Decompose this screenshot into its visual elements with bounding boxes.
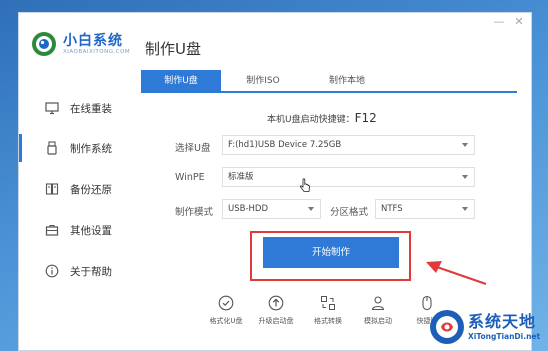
app-window: 小白系统 XIAOBAIXITONG.COM 制作U盘 — ✕ 在线重装 制作系… [18, 12, 532, 351]
format-convert-tool[interactable]: 格式转换 [303, 293, 353, 341]
sidebar-item-about-help[interactable]: 关于帮助 [19, 251, 123, 291]
watermark: 系统天地 XiTongTianDi.net [424, 306, 548, 351]
monitor-icon [45, 102, 59, 115]
app-logo-icon [32, 32, 56, 56]
watermark-logo-icon [430, 310, 464, 344]
hotkey-value: F12 [354, 111, 377, 125]
sidebar-item-other-settings[interactable]: 其他设置 [19, 210, 123, 250]
sidebar: 在线重装 制作系统 备份还原 其他设置 关于帮助 [19, 73, 123, 350]
partition-label: 分区格式 [330, 207, 369, 218]
check-circle-icon [218, 295, 234, 311]
red-arrow-annotation [426, 261, 487, 286]
backup-icon [45, 183, 59, 195]
convert-icon [321, 296, 335, 310]
tool-label: 格式化U盘 [209, 317, 243, 325]
tab-make-iso[interactable]: 制作ISO [221, 70, 305, 93]
sidebar-item-label: 其他设置 [70, 224, 112, 237]
winpe-select[interactable]: 标准版 [222, 167, 475, 187]
partition-value: NTFS [381, 204, 403, 214]
start-make-button[interactable]: 开始制作 [263, 237, 399, 268]
chevron-down-icon [462, 175, 468, 179]
brand-name: 小白系统 [63, 33, 123, 49]
hotkey-info: 本机U盘启动快捷键：F12 [267, 111, 377, 125]
mode-select[interactable]: USB-HDD [222, 199, 321, 219]
usb-drive-icon [47, 141, 57, 155]
usb-device-select[interactable]: F:(hd1)USB Device 7.25GB [222, 135, 475, 155]
mode-label: 制作模式 [175, 207, 214, 218]
header: 小白系统 XIAOBAIXITONG.COM 制作U盘 — ✕ [19, 13, 531, 73]
watermark-url: XiTongTianDi.net [468, 332, 541, 341]
close-button[interactable]: ✕ [511, 15, 527, 29]
winpe-value: 标准版 [228, 172, 254, 182]
sidebar-item-label: 制作系统 [70, 142, 112, 155]
tab-make-local[interactable]: 制作本地 [305, 70, 389, 93]
chevron-down-icon [308, 207, 314, 211]
tool-label: 模拟启动 [364, 317, 392, 325]
sidebar-item-label: 在线重装 [70, 102, 112, 115]
chevron-down-icon [462, 143, 468, 147]
partition-select[interactable]: NTFS [375, 199, 475, 219]
hotkey-label: 本机U盘启动快捷键： [267, 115, 355, 125]
user-icon [371, 296, 385, 311]
simulate-boot-tool[interactable]: 模拟启动 [353, 293, 403, 341]
upgrade-boot-disk-tool[interactable]: 升级启动盘 [251, 293, 301, 341]
hand-cursor-icon [300, 178, 310, 192]
format-usb-tool[interactable]: 格式化U盘 [201, 293, 251, 341]
sidebar-item-backup-restore[interactable]: 备份还原 [19, 169, 123, 209]
sidebar-item-label: 备份还原 [70, 183, 112, 196]
mode-value: USB-HDD [228, 204, 268, 214]
tab-bar: 制作U盘 制作ISO 制作本地 [141, 70, 517, 93]
minimize-button[interactable]: — [491, 15, 507, 29]
info-icon [45, 264, 59, 278]
sidebar-item-label: 关于帮助 [70, 265, 112, 278]
tool-label: 升级启动盘 [258, 317, 294, 325]
usb-select-label: 选择U盘 [175, 143, 211, 154]
winpe-label: WinPE [175, 172, 205, 183]
upload-circle-icon [268, 295, 284, 311]
tool-label: 格式转换 [314, 317, 342, 325]
chevron-down-icon [462, 207, 468, 211]
sidebar-item-make-system[interactable]: 制作系统 [19, 128, 123, 168]
sidebar-item-online-reinstall[interactable]: 在线重装 [19, 88, 123, 128]
active-indicator [19, 134, 22, 162]
tab-make-usb[interactable]: 制作U盘 [141, 70, 221, 93]
page-title: 制作U盘 [145, 40, 201, 58]
usb-device-value: F:(hd1)USB Device 7.25GB [228, 140, 342, 150]
briefcase-icon [45, 224, 59, 236]
brand-url: XIAOBAIXITONG.COM [63, 49, 131, 55]
watermark-title: 系统天地 [468, 312, 537, 331]
